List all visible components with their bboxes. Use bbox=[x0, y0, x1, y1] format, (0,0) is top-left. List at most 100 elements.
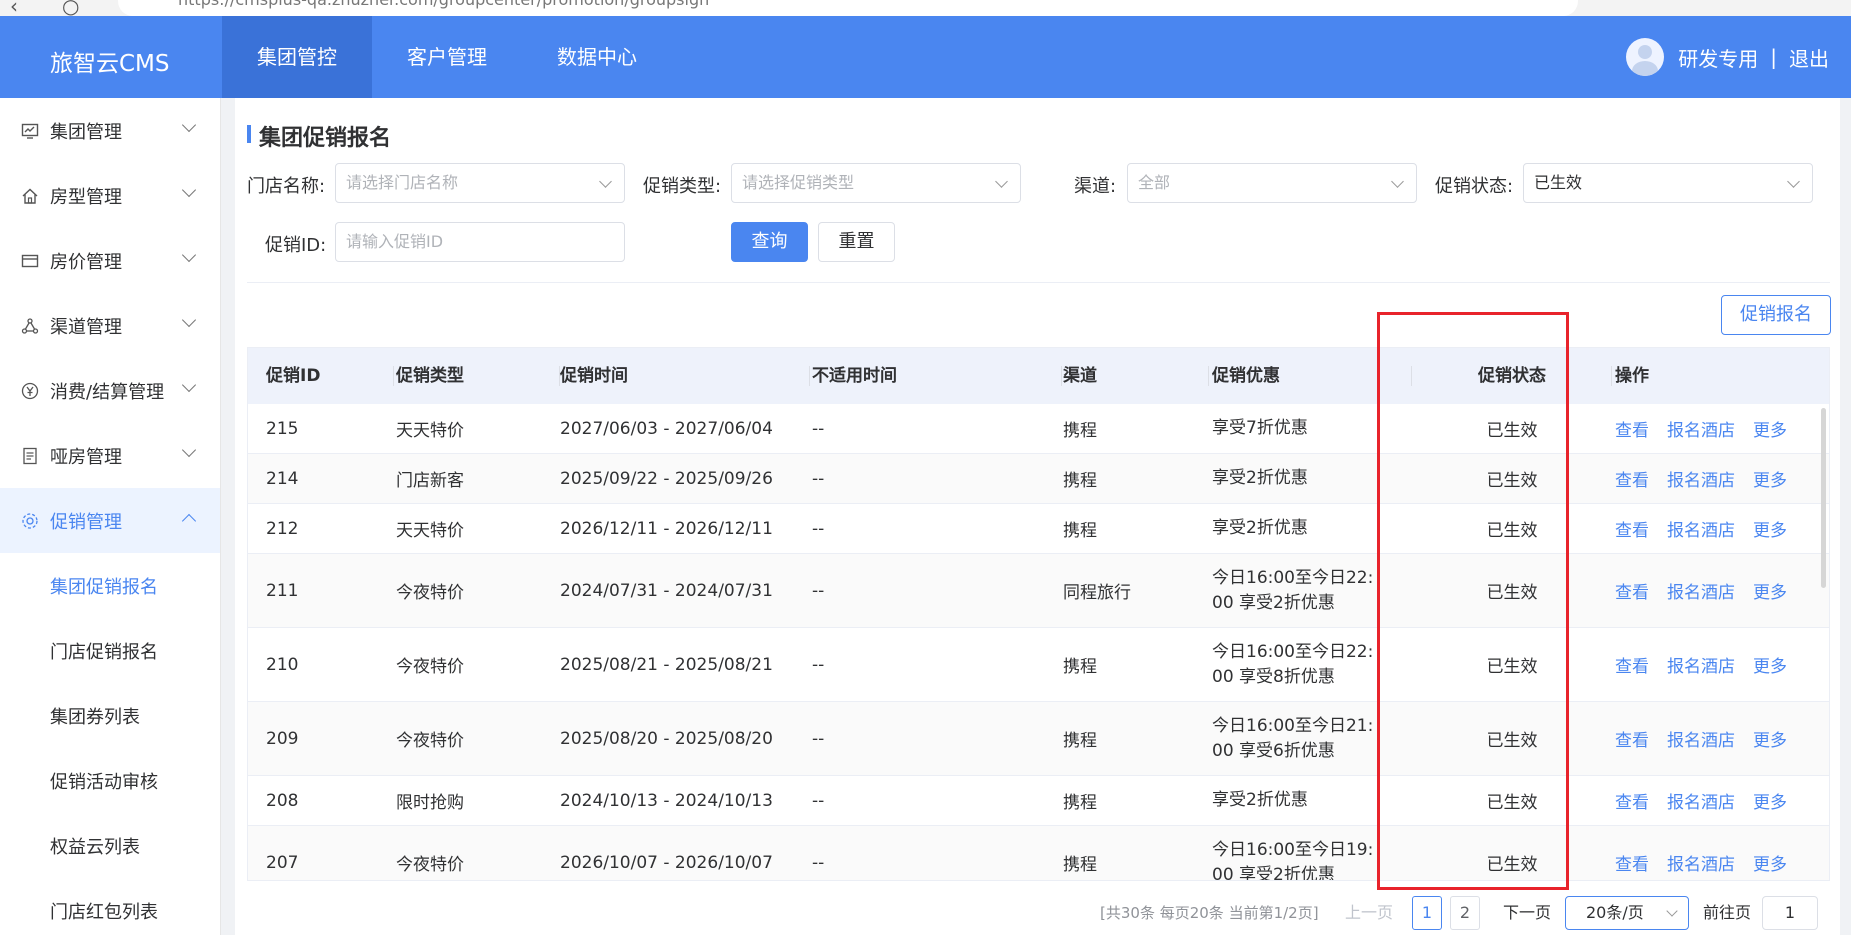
cell-type: 今夜特价 bbox=[396, 731, 464, 751]
sidebar-item-channel[interactable]: 渠道管理 bbox=[0, 293, 220, 358]
reset-button[interactable]: 重置 bbox=[818, 222, 895, 262]
sidebar-item-label: 消费/结算管理 bbox=[50, 381, 165, 403]
pagination-page-1[interactable]: 1 bbox=[1412, 896, 1442, 930]
cell-id: 207 bbox=[266, 852, 299, 873]
user-name[interactable]: 研发专用 bbox=[1678, 43, 1758, 72]
signup-hotel-link[interactable]: 报名酒店 bbox=[1667, 578, 1735, 603]
status-select[interactable]: 已生效 bbox=[1523, 163, 1813, 203]
promotion-table: 促销ID 促销类型 促销时间 不适用时间 渠道 促销优惠 促销状态 操作 215… bbox=[247, 347, 1830, 881]
table-scrollbar[interactable] bbox=[1821, 408, 1826, 588]
column-header-type[interactable]: 促销类型 bbox=[396, 348, 560, 404]
sidebar-item-label: 哑房管理 bbox=[50, 446, 122, 468]
sidebar-subitem-promotion-review[interactable]: 促销活动审核 bbox=[0, 748, 220, 813]
sidebar-item-room-price[interactable]: 房价管理 bbox=[0, 228, 220, 293]
sidebar-item-promotion[interactable]: 促销管理 bbox=[0, 488, 220, 553]
query-button[interactable]: 查询 bbox=[731, 222, 808, 262]
signup-hotel-link[interactable]: 报名酒店 bbox=[1667, 516, 1735, 541]
table-row: 208 限时抢购 2024/10/13 - 2024/10/13 -- 携程 享受2折优惠… bbox=[248, 776, 1829, 826]
home-icon bbox=[20, 186, 40, 206]
store-select[interactable]: 请选择门店名称 bbox=[335, 163, 625, 203]
view-link[interactable]: 查看 bbox=[1615, 652, 1649, 677]
page-size-select[interactable]: 20条/页 bbox=[1565, 896, 1689, 930]
more-link[interactable]: 更多 bbox=[1753, 578, 1787, 603]
cell-time: 2025/09/22 - 2025/09/26 bbox=[560, 468, 773, 489]
sidebar-item-settlement[interactable]: 消费/结算管理 bbox=[0, 358, 220, 423]
view-link[interactable]: 查看 bbox=[1615, 416, 1649, 441]
signup-hotel-link[interactable]: 报名酒店 bbox=[1667, 788, 1735, 813]
view-link[interactable]: 查看 bbox=[1615, 850, 1649, 875]
refresh-icon[interactable]: ○ bbox=[62, 0, 79, 16]
column-header-time[interactable]: 促销时间 bbox=[560, 348, 810, 404]
signup-hotel-link[interactable]: 报名酒店 bbox=[1667, 416, 1735, 441]
cell-excluded: -- bbox=[812, 418, 825, 439]
view-link[interactable]: 查看 bbox=[1615, 788, 1649, 813]
channel-select[interactable]: 全部 bbox=[1127, 163, 1417, 203]
sidebar-subitem-store-promotion-signup[interactable]: 门店促销报名 bbox=[0, 618, 220, 683]
signup-hotel-link[interactable]: 报名酒店 bbox=[1667, 726, 1735, 751]
pagination-next[interactable]: 下一页 bbox=[1503, 896, 1551, 930]
more-link[interactable]: 更多 bbox=[1753, 850, 1787, 875]
brand-logo[interactable]: 旅智云CMS bbox=[50, 44, 170, 78]
sidebar-item-dummy-room[interactable]: 哑房管理 bbox=[0, 423, 220, 488]
type-select[interactable]: 请选择促销类型 bbox=[731, 163, 1021, 203]
more-link[interactable]: 更多 bbox=[1753, 466, 1787, 491]
signup-hotel-link[interactable]: 报名酒店 bbox=[1667, 652, 1735, 677]
cell-channel: 携程 bbox=[1063, 471, 1097, 491]
column-header-id[interactable]: 促销ID bbox=[266, 348, 394, 404]
top-header: 旅智云CMS 集团管控 客户管理 数据中心 研发专用 | 退出 bbox=[0, 16, 1851, 98]
sidebar-item-group[interactable]: 集团管理 bbox=[0, 98, 220, 163]
pagination-page-2[interactable]: 2 bbox=[1450, 896, 1480, 930]
cell-type: 今夜特价 bbox=[396, 657, 464, 677]
top-nav-customer[interactable]: 客户管理 bbox=[372, 16, 522, 98]
cell-id: 209 bbox=[266, 728, 299, 749]
promotion-signup-button[interactable]: 促销报名 bbox=[1721, 295, 1831, 335]
signup-hotel-link[interactable]: 报名酒店 bbox=[1667, 466, 1735, 491]
signup-hotel-link[interactable]: 报名酒店 bbox=[1667, 850, 1735, 875]
cell-excluded: -- bbox=[812, 468, 825, 489]
view-link[interactable]: 查看 bbox=[1615, 726, 1649, 751]
view-link[interactable]: 查看 bbox=[1615, 466, 1649, 491]
cell-actions: 查看 报名酒店 更多 bbox=[1615, 504, 1805, 553]
cell-channel: 携程 bbox=[1063, 521, 1097, 541]
status-select-value: 已生效 bbox=[1534, 173, 1583, 192]
more-link[interactable]: 更多 bbox=[1753, 788, 1787, 813]
column-header-channel[interactable]: 渠道 bbox=[1063, 348, 1209, 404]
top-nav-group-control[interactable]: 集团管控 bbox=[222, 16, 372, 98]
goto-page-input[interactable]: 1 bbox=[1762, 896, 1818, 930]
user-area: 研发专用 | 退出 bbox=[1626, 38, 1829, 76]
sidebar-subitem-group-coupon-list[interactable]: 集团券列表 bbox=[0, 683, 220, 748]
type-label: 促销类型: bbox=[643, 176, 722, 197]
cell-id: 211 bbox=[266, 580, 299, 601]
main-content: 集团促销报名 门店名称: 请选择门店名称 促销类型: 请选择促销类型 渠道: 全… bbox=[235, 98, 1840, 935]
pagination-prev[interactable]: 上一页 bbox=[1345, 896, 1393, 930]
chevron-down-icon bbox=[181, 377, 197, 393]
sidebar-item-room-type[interactable]: 房型管理 bbox=[0, 163, 220, 228]
cell-id: 208 bbox=[266, 790, 299, 811]
back-icon[interactable]: ‹ bbox=[10, 0, 18, 16]
top-nav-data-center[interactable]: 数据中心 bbox=[522, 16, 672, 98]
cell-excluded: -- bbox=[812, 580, 825, 601]
table-row: 215 天天特价 2027/06/03 - 2027/06/04 -- 携程 享受7折优惠… bbox=[248, 404, 1829, 454]
column-header-excluded-time[interactable]: 不适用时间 bbox=[812, 348, 1062, 404]
network-icon bbox=[20, 316, 40, 336]
chevron-down-icon bbox=[181, 442, 197, 458]
sidebar-subitem-store-redpacket-list[interactable]: 门店红包列表 bbox=[0, 878, 220, 935]
sidebar-subitem-group-promotion-signup[interactable]: 集团促销报名 bbox=[0, 553, 220, 618]
document-icon bbox=[20, 446, 40, 466]
logout-link[interactable]: 退出 bbox=[1789, 43, 1829, 72]
view-link[interactable]: 查看 bbox=[1615, 578, 1649, 603]
avatar[interactable] bbox=[1626, 38, 1665, 76]
more-link[interactable]: 更多 bbox=[1753, 416, 1787, 441]
promo-id-input[interactable]: 请输入促销ID bbox=[335, 222, 625, 262]
more-link[interactable]: 更多 bbox=[1753, 516, 1787, 541]
more-link[interactable]: 更多 bbox=[1753, 726, 1787, 751]
cell-promo: 今日16:00至今日19:00 享受2折优惠 bbox=[1212, 839, 1374, 881]
address-bar[interactable]: https://cmsplus-qa.zhuzher.com/groupcent… bbox=[118, 0, 1578, 16]
sidebar-subitem-benefit-list[interactable]: 权益云列表 bbox=[0, 813, 220, 878]
cell-promo: 享受7折优惠 bbox=[1212, 418, 1308, 438]
more-link[interactable]: 更多 bbox=[1753, 652, 1787, 677]
cell-time: 2024/10/13 - 2024/10/13 bbox=[560, 790, 773, 811]
status-column-highlight bbox=[1377, 312, 1569, 890]
cell-id: 214 bbox=[266, 468, 299, 489]
view-link[interactable]: 查看 bbox=[1615, 516, 1649, 541]
